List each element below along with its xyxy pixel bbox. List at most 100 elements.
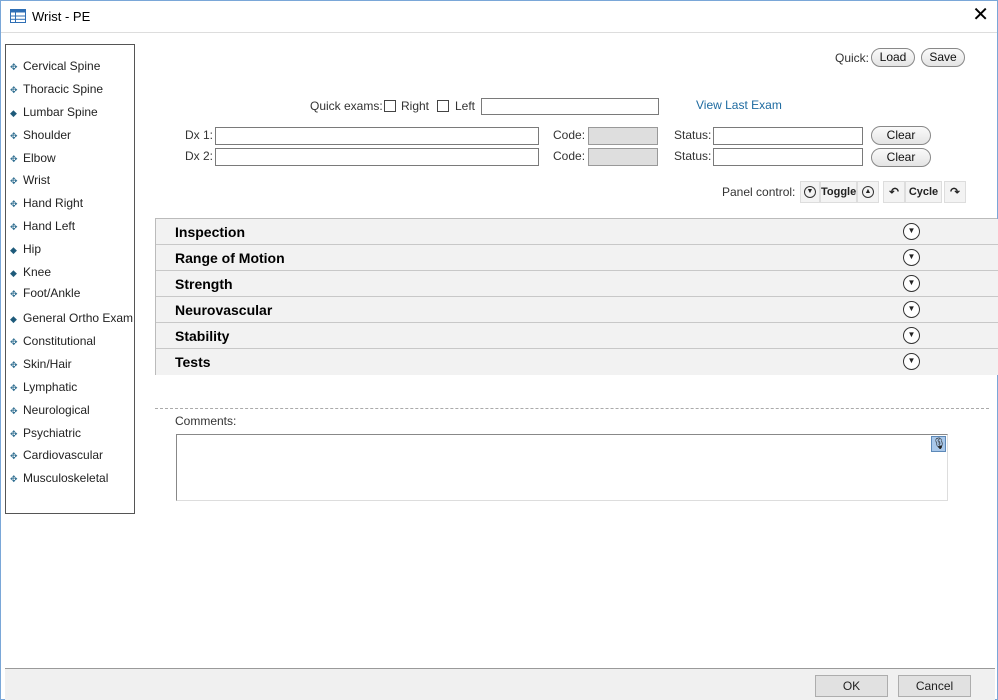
chevron-down-icon[interactable]: ▼	[903, 249, 920, 266]
sidebar-item-elbow[interactable]: ✥ Elbow	[10, 151, 56, 169]
sidebar-item-lymphatic[interactable]: ✥ Lymphatic	[10, 380, 77, 398]
sidebar-bullet-icon: ◆	[10, 268, 17, 278]
sidebar-bullet-icon: ✥	[10, 383, 18, 393]
section-tests[interactable]: Tests ▼	[156, 349, 998, 375]
section-title: Range of Motion	[175, 250, 285, 266]
dx1-status-input[interactable]	[713, 127, 863, 145]
chevron-down-icon[interactable]: ▼	[903, 275, 920, 292]
close-icon[interactable]: ✕	[972, 5, 989, 25]
sidebar-item-hand-left[interactable]: ✥ Hand Left	[10, 219, 75, 237]
collapse-all-button[interactable]: ▲	[857, 181, 879, 203]
sidebar-item-label: Psychiatric	[23, 426, 82, 440]
sidebar-item-neurological[interactable]: ✥ Neurological	[10, 403, 90, 421]
sidebar-item-psychiatric[interactable]: ✥ Psychiatric	[10, 426, 81, 444]
sidebar-item-label: Hand Left	[23, 219, 76, 233]
sidebar-item-constitutional[interactable]: ✥ Constitutional	[10, 334, 96, 352]
chevron-down-icon[interactable]: ▼	[903, 223, 920, 240]
sidebar-item-knee[interactable]: ◆ Knee	[10, 265, 51, 283]
expand-all-button[interactable]: ▼	[800, 181, 820, 203]
cancel-button[interactable]: Cancel	[898, 675, 971, 697]
sidebar-item-label: Constitutional	[23, 334, 96, 348]
dx2-input[interactable]	[215, 148, 539, 166]
sidebar-bullet-icon: ✥	[10, 451, 18, 461]
right-checkbox[interactable]	[384, 100, 396, 112]
sidebar-item-cervical-spine[interactable]: ✥ Cervical Spine	[10, 59, 100, 77]
sidebar-item-lumbar-spine[interactable]: ◆ Lumbar Spine	[10, 105, 98, 123]
cycle-back-button[interactable]: ↶	[883, 181, 905, 203]
sidebar-item-thoracic-spine[interactable]: ✥ Thoracic Spine	[10, 82, 103, 100]
toggle-button[interactable]: Toggle	[820, 181, 857, 203]
dx2-label: Dx 2:	[185, 149, 214, 163]
sidebar-item-hip[interactable]: ◆ Hip	[10, 242, 41, 260]
divider	[155, 408, 989, 409]
sidebar-item-label: Foot/Ankle	[23, 286, 81, 300]
sidebar-item-shoulder[interactable]: ✥ Shoulder	[10, 128, 71, 146]
cycle-forward-button[interactable]: ↷	[944, 181, 966, 203]
dx2-code-field	[588, 148, 658, 166]
sidebar-bullet-icon: ✥	[10, 176, 18, 186]
sidebar-bullet-icon: ✥	[10, 85, 18, 95]
left-checkbox[interactable]	[437, 100, 449, 112]
section-title: Strength	[175, 276, 233, 292]
left-label: Left	[455, 99, 476, 113]
sidebar-item-cardiovascular[interactable]: ✥ Cardiovascular	[10, 448, 103, 466]
section-strength[interactable]: Strength ▼	[156, 271, 998, 297]
quick-exams-label: Quick exams:	[310, 99, 383, 113]
sidebar-item-label: Neurological	[23, 403, 90, 417]
section-title: Tests	[175, 354, 211, 370]
cycle-button[interactable]: Cycle	[905, 181, 942, 203]
load-button[interactable]: Load	[871, 48, 915, 67]
sidebar-item-label: Knee	[23, 265, 52, 279]
sidebar-item-skin-hair[interactable]: ✥ Skin/Hair	[10, 357, 72, 375]
section-neurovascular[interactable]: Neurovascular ▼	[156, 297, 998, 323]
sidebar-bullet-icon: ◆	[10, 245, 17, 255]
comments-textarea[interactable]: 🎙	[176, 434, 948, 501]
sidebar-bullet-icon: ◆	[10, 314, 17, 324]
microphone-icon[interactable]: 🎙	[931, 436, 946, 452]
dx1-label: Dx 1:	[185, 128, 214, 142]
view-last-exam-link[interactable]: View Last Exam	[696, 98, 782, 112]
section-title: Neurovascular	[175, 302, 273, 318]
sidebar-item-label: Hip	[23, 242, 42, 256]
redo-arrow-icon: ↷	[949, 185, 961, 199]
window-title: Wrist - PE	[32, 9, 91, 24]
ok-button[interactable]: OK	[815, 675, 888, 697]
sidebar-item-foot-ankle[interactable]: ✥ Foot/Ankle	[10, 286, 80, 304]
sidebar-item-label: Skin/Hair	[23, 357, 72, 371]
sidebar-item-general-ortho-exam[interactable]: ◆ General Ortho Exam	[10, 311, 133, 329]
dx2-status-input[interactable]	[713, 148, 863, 166]
table-icon	[10, 9, 26, 23]
sidebar-bullet-icon: ✥	[10, 222, 18, 232]
chevron-down-icon[interactable]: ▼	[903, 353, 920, 370]
sidebar-item-label: Cardiovascular	[23, 448, 104, 462]
sidebar-item-musculoskeletal[interactable]: ✥ Musculoskeletal	[10, 471, 108, 489]
sidebar-item-label: Hand Right	[23, 196, 84, 210]
sidebar-item-label: Cervical Spine	[23, 59, 101, 73]
sidebar-item-label: Musculoskeletal	[23, 471, 109, 485]
sidebar-item-hand-right[interactable]: ✥ Hand Right	[10, 196, 83, 214]
sidebar-item-label: Thoracic Spine	[23, 82, 104, 96]
dx1-input[interactable]	[215, 127, 539, 145]
dx2-status-label: Status:	[674, 149, 712, 163]
section-range-of-motion[interactable]: Range of Motion ▼	[156, 245, 998, 271]
sidebar-item-label: Wrist	[23, 173, 51, 187]
dx1-code-label: Code:	[553, 128, 586, 142]
sidebar-bullet-icon: ✥	[10, 429, 18, 439]
title-separator	[1, 32, 997, 33]
sidebar-item-wrist[interactable]: ✥ Wrist	[10, 173, 50, 191]
sidebar-bullet-icon: ◆	[10, 108, 17, 118]
sidebar: ✥ Cervical Spine ✥ Thoracic Spine ◆ Lumbar …	[5, 44, 135, 514]
dx2-clear-button[interactable]: Clear	[871, 148, 931, 167]
sidebar-item-label: General Ortho Exam	[23, 311, 134, 325]
sidebar-item-label: Lumbar Spine	[23, 105, 98, 119]
sidebar-bullet-icon: ✥	[10, 337, 18, 347]
chevron-down-icon[interactable]: ▼	[903, 301, 920, 318]
dx1-clear-button[interactable]: Clear	[871, 126, 931, 145]
save-button[interactable]: Save	[921, 48, 965, 67]
chevron-down-icon[interactable]: ▼	[903, 327, 920, 344]
section-inspection[interactable]: Inspection ▼	[156, 219, 998, 245]
section-stability[interactable]: Stability ▼	[156, 323, 998, 349]
sidebar-bullet-icon: ✥	[10, 62, 18, 72]
quick-exams-input[interactable]	[481, 98, 659, 115]
section-title: Inspection	[175, 224, 246, 240]
